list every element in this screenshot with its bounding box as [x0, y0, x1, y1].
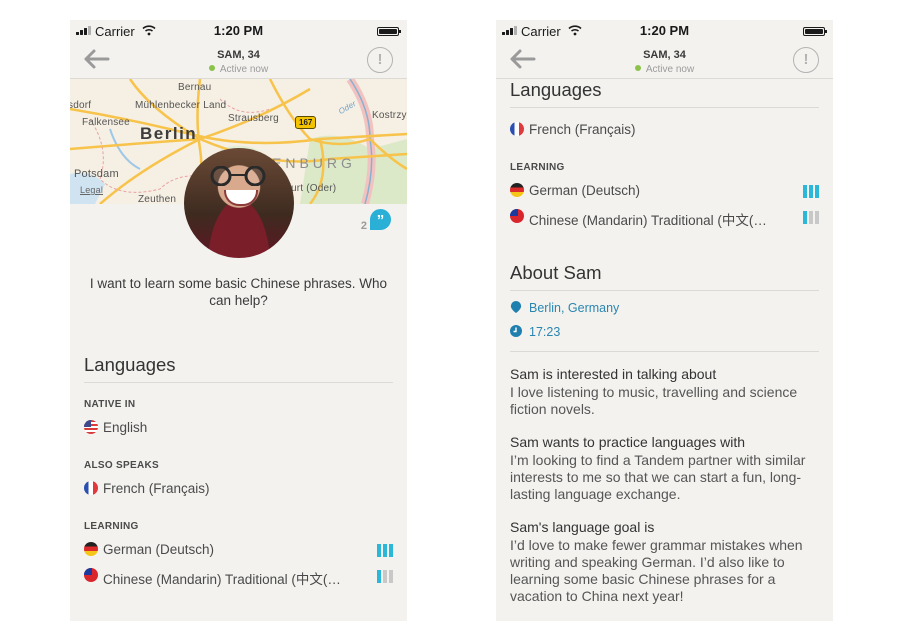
battery-icon	[803, 27, 827, 36]
language-item: English	[84, 420, 393, 438]
level-bar	[383, 570, 387, 583]
level-bar	[377, 544, 381, 557]
map-label: Falkensee	[82, 117, 130, 128]
language-name: Chinese (Mandarin) Traditional (中文(…	[529, 213, 767, 228]
map-label: Mühlenbecker Land	[135, 100, 227, 111]
about-section-body: I’d love to make fewer grammar mistakes …	[510, 537, 803, 604]
level-bar	[815, 211, 819, 224]
battery-icon	[377, 27, 401, 36]
language-name: English	[103, 420, 148, 435]
online-status-label: Active now	[645, 64, 695, 75]
about-section-heading: Sam wants to practice languages with	[510, 434, 746, 450]
about-section-heading: Sam is interested in talking about	[510, 366, 717, 382]
level-bar	[389, 570, 393, 583]
status-bar: Carrier 1:20 PM	[70, 20, 407, 42]
language-name: French (Français)	[529, 122, 636, 137]
about-section-heading: Sam's language goal is	[510, 519, 655, 535]
level-bar	[389, 544, 393, 557]
france-flag-icon	[510, 122, 524, 136]
language-name: German (Deutsch)	[103, 542, 215, 557]
taiwan-flag-icon	[510, 209, 524, 223]
germany-flag-icon	[84, 542, 98, 556]
profile-name-age: SAM, 34	[217, 49, 260, 61]
level-bar	[815, 185, 819, 198]
profile-avatar[interactable]	[184, 148, 294, 258]
avatar-glasses	[210, 166, 266, 186]
about-section-body: I love listening to music, travelling an…	[510, 384, 798, 417]
level-bar	[803, 211, 807, 224]
nav-bar: SAM, 34 Active now !	[496, 42, 833, 79]
language-item: French (Français)	[84, 481, 393, 499]
learning-label: LEARNING	[510, 162, 565, 173]
profile-name-age: SAM, 34	[643, 49, 686, 61]
about-section-body: I’m looking to find a Tandem partner wit…	[510, 452, 806, 502]
online-dot	[634, 65, 641, 71]
map-label: Potsdam	[74, 168, 119, 180]
local-time-text: 17:23	[529, 325, 561, 339]
profile-motto: I want to learn some basic Chinese phras…	[89, 276, 388, 308]
map-label: Bernau	[178, 82, 212, 93]
quote-icon[interactable]: ”	[370, 209, 391, 230]
map-label: sdorf	[70, 100, 92, 111]
proficiency-level	[377, 544, 393, 557]
road-shield: 167	[295, 116, 317, 129]
language-name: German (Deutsch)	[529, 183, 641, 198]
online-status: Active now	[70, 64, 407, 75]
learning-label: LEARNING	[84, 521, 139, 532]
online-status: Active now	[496, 64, 833, 75]
nav-bar: SAM, 34 Active now !	[70, 42, 407, 79]
location-pin-icon	[510, 301, 522, 313]
local-time-row: 17:23	[510, 325, 560, 339]
profile-screen-scrolled: Carrier 1:20 PM SAM, 34 Active now ! ALS…	[496, 20, 833, 621]
proficiency-level	[377, 570, 393, 583]
clock: 1:20 PM	[213, 23, 264, 38]
online-status-label: Active now	[219, 64, 269, 75]
exclamation-circle-icon[interactable]: !	[367, 47, 393, 73]
languages-heading-sticky: Languages	[510, 79, 819, 108]
about-heading: About Sam	[510, 262, 819, 291]
references-count: 2	[360, 220, 367, 232]
map-label-city: Berlin	[140, 124, 198, 143]
language-item: German (Deutsch)	[84, 542, 393, 560]
level-bar	[803, 185, 807, 198]
location-row[interactable]: Berlin, Germany	[510, 301, 619, 315]
clock: 1:20 PM	[639, 23, 690, 38]
also-speaks-label: ALSO SPEAKS	[84, 460, 159, 471]
language-item: Chinese (Mandarin) Traditional (中文(…	[510, 209, 819, 228]
location-text: Berlin, Germany	[529, 301, 620, 315]
language-item: French (Français)	[510, 122, 819, 140]
map-label-region: ENBURG	[272, 155, 356, 171]
clock-icon	[510, 325, 522, 337]
map-label: Strausberg	[228, 113, 279, 124]
language-item: German (Deutsch)	[510, 183, 819, 201]
language-name: Chinese (Mandarin) Traditional (中文(…	[103, 572, 341, 587]
us-flag-icon	[84, 420, 98, 434]
map-label: furt (Oder)	[288, 183, 337, 194]
taiwan-flag-icon	[84, 568, 98, 582]
languages-heading: Languages	[84, 354, 393, 383]
level-bar	[383, 544, 387, 557]
profile-screen-top: Carrier 1:20 PM SAM, 34 Active now ! Ber…	[70, 20, 407, 621]
map-legal-link[interactable]: Legal	[80, 185, 103, 195]
france-flag-icon	[84, 481, 98, 495]
level-bar	[377, 570, 381, 583]
status-bar: Carrier 1:20 PM	[496, 20, 833, 42]
germany-flag-icon	[510, 183, 524, 197]
proficiency-level	[803, 211, 819, 224]
language-name: French (Français)	[103, 481, 210, 496]
level-bar	[809, 185, 813, 198]
avatar-smile	[224, 190, 258, 206]
proficiency-level	[803, 185, 819, 198]
level-bar	[809, 211, 813, 224]
map-label: Zeuthen	[138, 194, 177, 204]
language-item: Chinese (Mandarin) Traditional (中文(…	[84, 568, 393, 587]
divider	[510, 351, 819, 352]
exclamation-circle-icon[interactable]: !	[793, 47, 819, 73]
native-in-label: NATIVE IN	[84, 399, 136, 410]
online-dot	[208, 65, 215, 71]
map-label: Kostrzy	[372, 110, 407, 121]
